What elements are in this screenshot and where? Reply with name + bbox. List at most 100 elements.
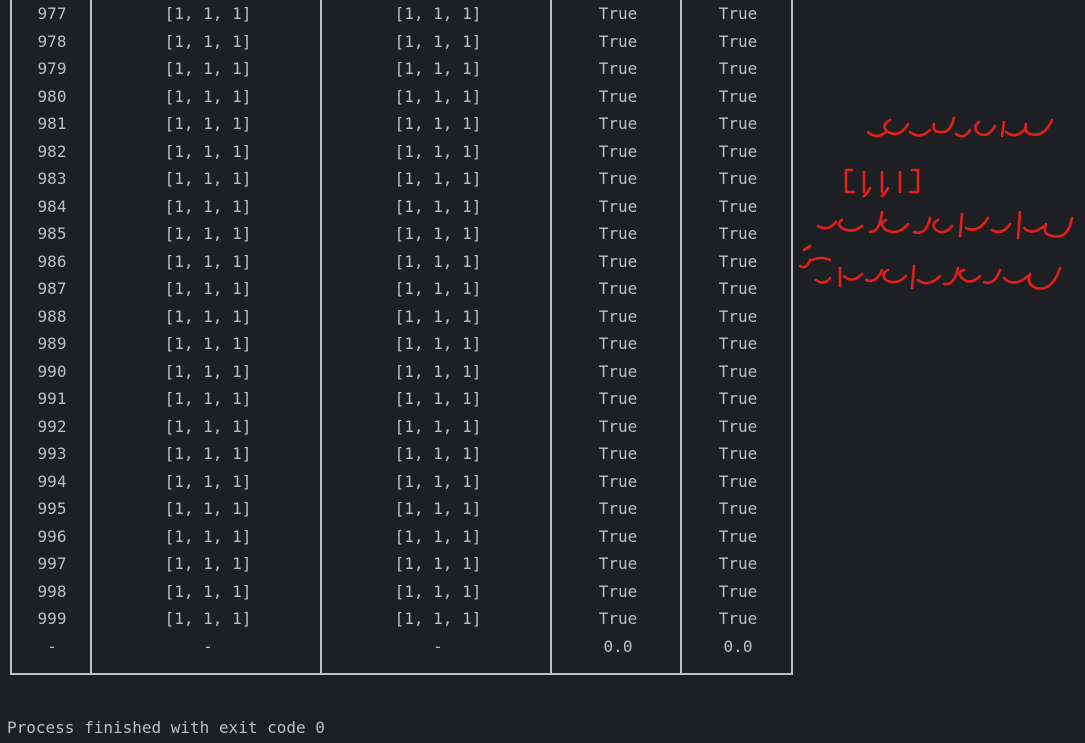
table-row: 982 [1, 1, 1] [1, 1, 1] True True <box>12 138 791 166</box>
table-cell-col-0: 981 <box>37 114 67 133</box>
table-cell-col-2: [1, 1, 1] <box>394 141 482 161</box>
table-cell-col-4: True <box>718 279 758 298</box>
table-row: 980 [1, 1, 1] [1, 1, 1] True True <box>12 83 791 111</box>
table-row: 991 [1, 1, 1] [1, 1, 1] True True <box>12 385 791 413</box>
table-cell-col-3: True <box>598 416 638 436</box>
table-cell-col-2: [1, 1, 1] <box>394 251 482 271</box>
table-cell-col-4: True <box>718 499 758 518</box>
table-cell-col-1: [1, 1, 1] <box>164 279 252 298</box>
table-cell-col-3: True <box>598 279 638 298</box>
table-cell-col-4: True <box>718 59 758 78</box>
table-cell-col-2: [1, 1, 1] <box>394 279 482 298</box>
table-cell-col-1: [1, 1, 1] <box>164 444 252 463</box>
table-cell-col-2: [1, 1, 1] <box>394 471 482 491</box>
table-cell-col-4: True <box>718 389 758 408</box>
table-cell-col-0: 983 <box>37 169 67 188</box>
table-cell-col-0: 995 <box>37 499 67 518</box>
table-cell-col-4: 0.0 <box>723 636 753 656</box>
table-cell-col-3: True <box>598 169 638 188</box>
table-cell-col-0: 988 <box>37 306 67 326</box>
table-cell-col-2: [1, 1, 1] <box>394 306 482 326</box>
table-row: 987 [1, 1, 1] [1, 1, 1] True True <box>12 275 791 303</box>
results-table: 977 [1, 1, 1] [1, 1, 1] True True 978 [1, 1, 1… <box>10 0 793 675</box>
table-row: 984 [1, 1, 1] [1, 1, 1] True True <box>12 193 791 221</box>
table-cell-col-4: True <box>718 581 758 601</box>
table-cell-col-0: 992 <box>37 416 67 436</box>
table-row: 981 [1, 1, 1] [1, 1, 1] True True <box>12 110 791 138</box>
table-cell-col-2: [1, 1, 1] <box>394 389 482 408</box>
table-cell-col-2: [1, 1, 1] <box>394 114 482 133</box>
table-cell-col-2: - <box>433 636 443 656</box>
table-cell-col-2: [1, 1, 1] <box>394 554 482 573</box>
table-row: 996 [1, 1, 1] [1, 1, 1] True True <box>12 523 791 551</box>
table-cell-col-0: 994 <box>37 471 67 491</box>
table-cell-col-0: 990 <box>37 361 67 381</box>
table-row: 988 [1, 1, 1] [1, 1, 1] True True <box>12 303 791 331</box>
table-cell-col-1: [1, 1, 1] <box>164 471 252 491</box>
table-row: 977 [1, 1, 1] [1, 1, 1] True True <box>12 0 791 28</box>
table-cell-col-3: True <box>598 59 638 78</box>
table-cell-col-0: 984 <box>37 196 67 216</box>
table-cell-col-4: True <box>718 196 758 216</box>
table-cell-col-3: True <box>598 499 638 518</box>
table-cell-col-3: True <box>598 114 638 133</box>
table-row: 990 [1, 1, 1] [1, 1, 1] True True <box>12 358 791 386</box>
table-cell-col-2: [1, 1, 1] <box>394 499 482 518</box>
table-row: 998 [1, 1, 1] [1, 1, 1] True True <box>12 578 791 606</box>
table-cell-col-4: True <box>718 141 758 161</box>
table-cell-col-3: True <box>598 389 638 408</box>
table-row: 986 [1, 1, 1] [1, 1, 1] True True <box>12 248 791 276</box>
table-cell-col-3: True <box>598 4 638 23</box>
table-cell-col-2: [1, 1, 1] <box>394 361 482 381</box>
table-cell-col-1: [1, 1, 1] <box>164 31 252 51</box>
table-cell-col-1: [1, 1, 1] <box>164 306 252 326</box>
table-cell-col-0: 977 <box>37 4 67 23</box>
table-cell-col-1: [1, 1, 1] <box>164 251 252 271</box>
table-cell-col-4: True <box>718 169 758 188</box>
process-exit-message: Process finished with exit code 0 <box>7 718 325 737</box>
table-row: 995 [1, 1, 1] [1, 1, 1] True True <box>12 495 791 523</box>
table-cell-col-1: [1, 1, 1] <box>164 114 252 133</box>
table-cell-col-4: True <box>718 114 758 133</box>
table-cell-col-0: 978 <box>37 31 67 51</box>
table-cell-col-1: [1, 1, 1] <box>164 59 252 78</box>
table-row: 997 [1, 1, 1] [1, 1, 1] True True <box>12 550 791 578</box>
table-cell-col-2: [1, 1, 1] <box>394 416 482 436</box>
table-cell-col-1: [1, 1, 1] <box>164 141 252 161</box>
run-console: 977 [1, 1, 1] [1, 1, 1] True True 978 [1, 1, 1… <box>0 0 1085 743</box>
table-cell-col-3: True <box>598 86 638 106</box>
table-cell-col-4: True <box>718 251 758 271</box>
table-cell-col-2: [1, 1, 1] <box>394 86 482 106</box>
table-cell-col-3: True <box>598 224 638 243</box>
table-cell-col-1: [1, 1, 1] <box>164 499 252 518</box>
table-cell-col-4: True <box>718 86 758 106</box>
table-row: 989 [1, 1, 1] [1, 1, 1] True True <box>12 330 791 358</box>
table-cell-col-3: True <box>598 526 638 546</box>
table-cell-col-1: [1, 1, 1] <box>164 554 252 573</box>
table-cell-col-2: [1, 1, 1] <box>394 169 482 188</box>
table-cell-col-4: True <box>718 609 758 628</box>
table-cell-col-2: [1, 1, 1] <box>394 224 482 243</box>
table-cell-col-3: True <box>598 609 638 628</box>
table-cell-col-4: True <box>718 444 758 463</box>
table-cell-col-3: True <box>598 554 638 573</box>
table-cell-col-1: [1, 1, 1] <box>164 609 252 628</box>
table-cell-col-0: 989 <box>37 334 67 353</box>
table-cell-col-4: True <box>718 306 758 326</box>
table-cell-col-0: 998 <box>37 581 67 601</box>
table-cell-col-4: True <box>718 31 758 51</box>
table-cell-col-2: [1, 1, 1] <box>394 59 482 78</box>
table-cell-col-2: [1, 1, 1] <box>394 4 482 23</box>
table-row: 985 [1, 1, 1] [1, 1, 1] True True <box>12 220 791 248</box>
table-cell-col-2: [1, 1, 1] <box>394 196 482 216</box>
table-cell-col-2: [1, 1, 1] <box>394 444 482 463</box>
table-row: 992 [1, 1, 1] [1, 1, 1] True True <box>12 413 791 441</box>
table-row: 999 [1, 1, 1] [1, 1, 1] True True <box>12 605 791 633</box>
table-cell-col-4: True <box>718 471 758 491</box>
table-row: 993 [1, 1, 1] [1, 1, 1] True True <box>12 440 791 468</box>
table-cell-col-3: True <box>598 141 638 161</box>
table-cell-col-0: 985 <box>37 224 67 243</box>
table-cell-col-2: [1, 1, 1] <box>394 31 482 51</box>
table-cell-col-2: [1, 1, 1] <box>394 334 482 353</box>
table-cell-col-3: True <box>598 251 638 271</box>
